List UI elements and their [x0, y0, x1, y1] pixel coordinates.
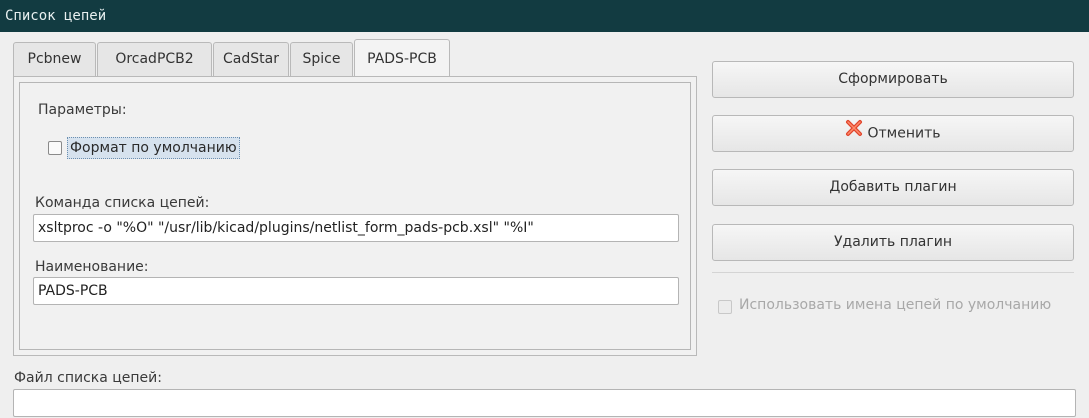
- name-input[interactable]: PADS-PCB: [33, 277, 679, 305]
- cancel-button[interactable]: Отменить: [712, 115, 1074, 152]
- window-title: Список цепей: [0, 0, 1089, 32]
- cancel-button-label: Отменить: [867, 125, 941, 142]
- command-label: Команда списка цепей:: [35, 195, 210, 211]
- default-format-checkbox[interactable]: [48, 141, 62, 155]
- use-default-netnames-label: Использовать имена цепей по умолчанию: [739, 297, 1052, 313]
- tab-spice[interactable]: Spice: [290, 42, 353, 77]
- command-input[interactable]: xsltproc -o "%O" "/usr/lib/kicad/plugins…: [33, 214, 679, 242]
- add-plugin-button[interactable]: Добавить плагин: [712, 169, 1074, 206]
- netlist-file-label: Файл списка цепей:: [14, 370, 162, 386]
- use-default-netnames-checkbox[interactable]: [718, 300, 732, 314]
- tab-orcadpcb2[interactable]: OrcadPCB2: [97, 42, 212, 77]
- remove-plugin-button[interactable]: Удалить плагин: [712, 224, 1074, 261]
- remove-plugin-button-label: Удалить плагин: [834, 234, 952, 250]
- netlist-file-input[interactable]: [13, 389, 1076, 417]
- name-label: Наименование:: [35, 259, 149, 275]
- add-plugin-button-label: Добавить плагин: [829, 179, 957, 195]
- tab-pcbnew[interactable]: Pcbnew: [13, 42, 96, 77]
- separator: [712, 272, 1074, 273]
- params-label: Параметры:: [38, 102, 127, 118]
- generate-button-label: Сформировать: [838, 71, 948, 87]
- default-format-label[interactable]: Формат по умолчанию: [67, 137, 240, 159]
- tab-pads-pcb[interactable]: PADS-PCB: [354, 39, 450, 76]
- generate-button[interactable]: Сформировать: [712, 61, 1074, 98]
- tab-cadstar[interactable]: CadStar: [213, 42, 289, 77]
- red-x-icon: [845, 116, 863, 151]
